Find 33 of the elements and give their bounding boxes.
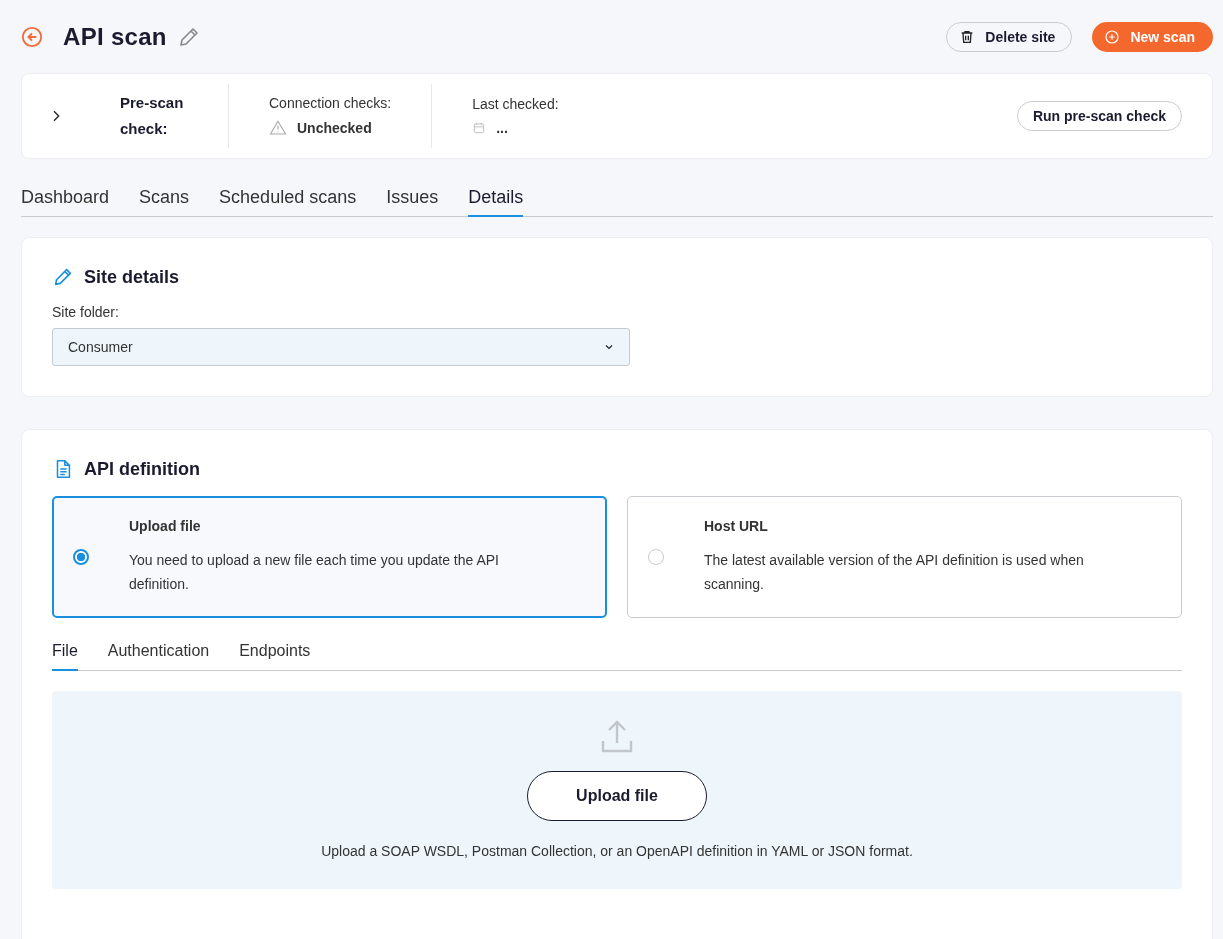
connection-status: Unchecked <box>297 120 372 136</box>
connection-checks-label: Connection checks: <box>269 95 392 111</box>
option-card[interactable]: Host URL The latest available version of the API definition is used when scanning. <box>627 496 1182 618</box>
run-pre-scan-button[interactable]: Run pre-scan check <box>1016 101 1182 131</box>
upload-file-button[interactable]: Upload file <box>527 771 707 821</box>
option-title: Upload file <box>129 518 202 534</box>
tab[interactable]: Dashboard <box>21 187 110 217</box>
tab[interactable]: Details <box>468 187 524 217</box>
delete-site-button[interactable]: Delete site <box>946 21 1073 52</box>
option-description: You need to upload a new file each time you update the API definition. <box>129 551 500 594</box>
section-title: API definition <box>84 458 200 480</box>
page-title: API scan <box>63 22 167 51</box>
last-checked-value: ... <box>496 120 508 136</box>
tab[interactable]: Scheduled scans <box>219 187 357 217</box>
warning-icon <box>269 119 287 137</box>
plus-circle-icon <box>1104 28 1121 45</box>
tab[interactable]: Authentication <box>107 642 210 671</box>
option-card[interactable]: Upload file You need to upload a new file each time you update the API definition. <box>52 496 607 618</box>
tab[interactable]: Endpoints <box>239 642 311 671</box>
section-title: Site details <box>84 266 180 288</box>
last-checked-label: Last checked: <box>472 96 559 112</box>
calendar-icon <box>472 121 487 135</box>
tab[interactable]: Issues <box>386 187 439 217</box>
pencil-icon <box>52 266 74 288</box>
site-folder-label: Site folder: <box>52 304 120 320</box>
radio-button[interactable] <box>73 549 89 565</box>
option-title: Host URL <box>704 518 769 534</box>
option-description: The latest available version of the API definition is used when scanning. <box>704 551 1085 594</box>
pre-scan-title: Pre-scan check: <box>120 93 185 139</box>
upload-hint: Upload a SOAP WSDL, Postman Collection, or an OpenAPI definition in YAML or JSON format. <box>321 843 913 859</box>
site-folder-dropdown[interactable]: Consumer <box>52 328 630 366</box>
tab[interactable]: Scans <box>139 187 190 217</box>
tab[interactable]: File <box>52 642 78 671</box>
